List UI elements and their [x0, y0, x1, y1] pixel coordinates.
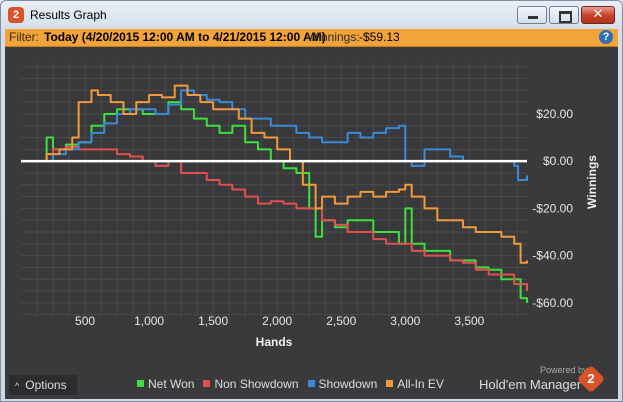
legend-label: Non Showdown [214, 377, 299, 391]
legend-item[interactable]: All-In EV [386, 377, 444, 391]
app-icon: 2 [8, 7, 24, 23]
options-label: Options [25, 378, 67, 392]
graph-panel: $20.00 $0.00 -$20.00 -$40.00 -$60.00 500 1,00… [5, 47, 618, 399]
y-tick-label: $20.00 [536, 107, 573, 121]
close-icon: ✕ [592, 7, 604, 22]
title-bar[interactable]: 2 Results Graph ✕ [1, 1, 622, 29]
window-title: Results Graph [30, 8, 107, 22]
legend-swatch [203, 380, 211, 387]
minimize-button[interactable] [517, 6, 547, 24]
results-graph-window: 2 Results Graph ✕ Filter: Today (4/20/20… [0, 0, 623, 402]
y-tick-label: -$20.00 [532, 201, 573, 215]
x-tick-label: 500 [75, 314, 95, 328]
x-axis-label: Hands [256, 335, 293, 349]
minimize-icon [528, 16, 538, 19]
maximize-button[interactable] [549, 6, 579, 24]
help-icon[interactable]: ? [599, 30, 613, 44]
y-tick-label: -$40.00 [532, 249, 573, 263]
legend-swatch [137, 380, 144, 387]
legend-item[interactable]: Net Won [137, 377, 194, 391]
y-tick-label: -$60.00 [532, 296, 573, 310]
maximize-icon [559, 11, 572, 23]
x-tick-label: 3,500 [454, 314, 484, 328]
brand-name: Hold'em Manager [479, 377, 582, 392]
legend-label: Showdown [318, 377, 378, 391]
legend-swatch [386, 380, 394, 387]
brand-logo: 2 [576, 364, 606, 394]
legend-label: All-In EV [397, 377, 444, 391]
grid [21, 62, 527, 317]
x-tick-label: 1,000 [134, 314, 164, 328]
y-tick-labels: $20.00 $0.00 -$20.00 -$40.00 -$60.00 [532, 107, 573, 310]
brand-logo-text: 2 [587, 371, 595, 386]
legend-label: Net Won [148, 377, 195, 391]
graph-footer: ^ Options Net Won Non Showdown Showdown All-… [5, 364, 618, 399]
filter-bar: Filter: Today (4/20/2015 12:00 AM to 4/2… [5, 29, 618, 47]
x-tick-label: 1,500 [198, 314, 228, 328]
filter-value[interactable]: Today (4/20/2015 12:00 AM to 4/21/2015 1… [44, 29, 326, 46]
legend-item[interactable]: Showdown [307, 377, 378, 391]
x-tick-label: 2,500 [326, 314, 356, 328]
x-tick-label: 3,000 [390, 314, 420, 328]
y-axis-label: Winnings [585, 155, 599, 209]
y-tick-label: $0.00 [543, 154, 573, 168]
winnings-value: -$59.13 [359, 30, 400, 44]
chevron-up-icon: ^ [15, 381, 20, 391]
results-chart: $20.00 $0.00 -$20.00 -$40.00 -$60.00 500 1,00… [21, 62, 599, 349]
legend-item[interactable]: Non Showdown [203, 377, 299, 391]
x-tick-label: 2,000 [262, 314, 292, 328]
filter-label: Filter: [9, 30, 39, 44]
chart-legend: Net Won Non Showdown Showdown All-In EV [137, 377, 453, 391]
close-button[interactable]: ✕ [581, 6, 615, 24]
legend-swatch [307, 380, 315, 387]
options-button[interactable]: ^ Options [9, 375, 77, 395]
winnings-label: Winnings: [307, 30, 360, 44]
